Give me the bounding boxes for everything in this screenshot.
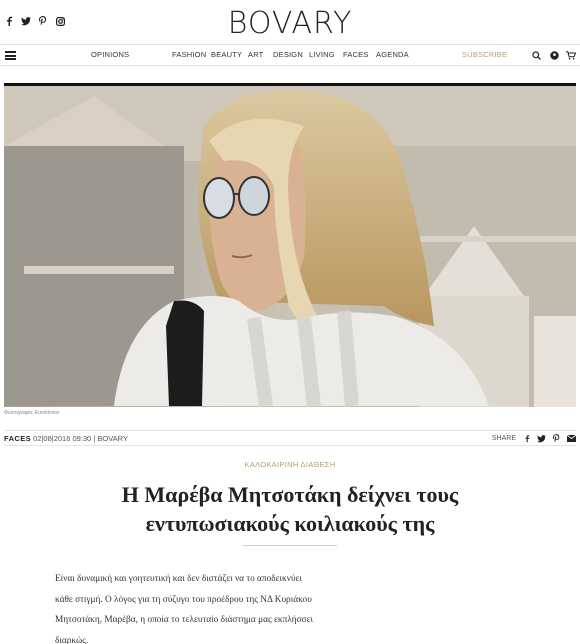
article-title: Η Μαρέβα Μητσοτάκη δείχνει τους εντυπωσι…	[60, 480, 520, 538]
nav-item-design[interactable]: DESIGN	[273, 50, 303, 59]
subscribe-link[interactable]: SUBSCRIBE	[462, 50, 507, 59]
article-title-line-2: εντυπωσιακούς κοιλιακούς της	[145, 511, 435, 536]
article-title-line-1: Η Μαρέβα Μητσοτάκη δείχνει τους	[121, 482, 459, 507]
nav-item-faces[interactable]: FACES	[343, 50, 369, 59]
nav-item-living[interactable]: LIVING	[309, 50, 335, 59]
top-bar: BOVARY	[0, 0, 580, 44]
menu-icon[interactable]	[5, 51, 16, 60]
title-divider	[243, 545, 337, 546]
nav-item-beauty[interactable]: BEAUTY	[211, 50, 242, 59]
user-icon[interactable]	[549, 50, 559, 60]
nav-item-agenda[interactable]: AGENDA	[376, 50, 409, 59]
article-lead-line-4: διαρκώς.	[55, 635, 89, 644]
share-email-icon[interactable]	[567, 434, 576, 443]
search-icon[interactable]	[531, 50, 541, 60]
nav-item-art[interactable]: ART	[248, 50, 263, 59]
share-bar: SHARE	[492, 434, 576, 443]
article-kicker[interactable]: ΚΑΛΟΚΑΙΡΙΝΗ ΔΙΑΘΕΣΗ	[0, 460, 580, 469]
nav-item-opinions[interactable]: OPINIONS	[91, 50, 129, 59]
nav-item-fashion[interactable]: FASHION	[172, 50, 206, 59]
publish-datetime: 02|08|2016 09:30	[33, 434, 92, 443]
share-twitter-icon[interactable]	[537, 434, 546, 443]
article-hero-image	[4, 83, 576, 407]
share-pinterest-icon[interactable]	[552, 434, 561, 443]
cart-icon[interactable]	[566, 50, 576, 60]
meta-separator: |	[93, 434, 96, 443]
photo-credit: Φωτογραφία: Eurokinissi	[4, 410, 59, 416]
article-meta-bar: FACES 02|08|2016 09:30 | BOVARY SHARE	[4, 430, 576, 446]
article-lead-line-2: κάθε στιγμή. Ο λόγος για τη σύζυγο του π…	[55, 594, 312, 605]
article-lead: Είναι δυναμική και γοητευτική και δεν δι…	[55, 569, 385, 644]
article-meta: FACES 02|08|2016 09:30 | BOVARY	[4, 434, 128, 443]
share-facebook-icon[interactable]	[522, 434, 531, 443]
article-lead-line-1: Είναι δυναμική και γοητευτική και δεν δι…	[55, 574, 302, 584]
category-link[interactable]: FACES	[4, 434, 31, 443]
source-label: BOVARY	[97, 434, 128, 443]
share-label: SHARE	[491, 435, 516, 442]
site-logo[interactable]: BOVARY	[0, 6, 580, 41]
main-nav: OPINIONS FASHION BEAUTY ART DESIGN LIVIN…	[0, 44, 580, 66]
article-lead-line-3: Μητσοτάκη, Μαρέβα, η οποία το τελευταίο …	[55, 615, 313, 625]
